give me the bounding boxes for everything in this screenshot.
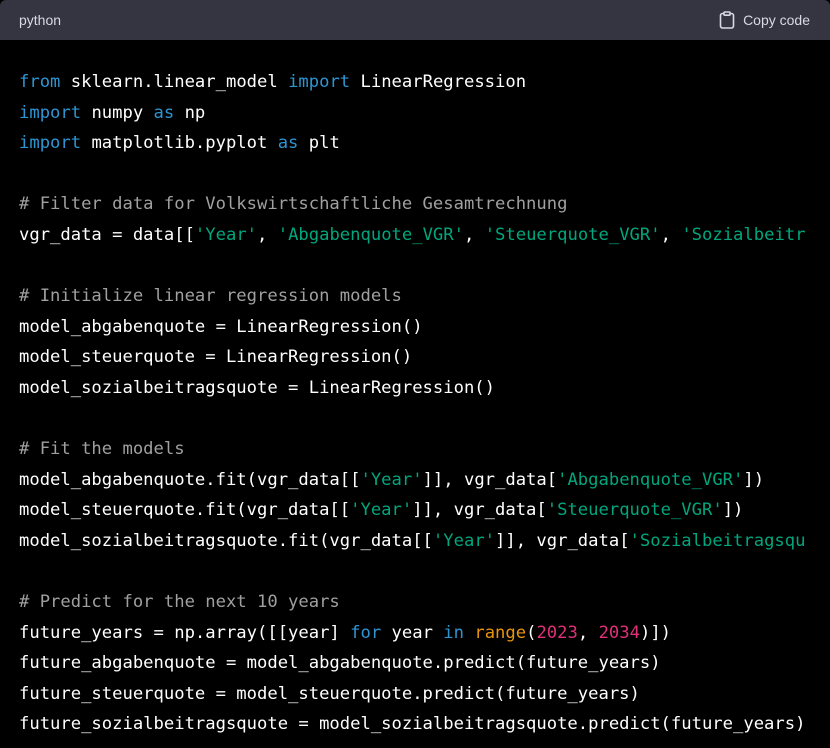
code-text: ]) [722,500,744,521]
copy-code-label: Copy code [743,12,810,28]
code-text: ]) [743,469,765,490]
code-keyword: as [153,102,175,123]
code-line: vgr_data = data[['Year', 'Abgabenquote_V… [19,220,830,251]
code-line: import numpy as np [19,98,830,129]
code-string: 'Abgabenquote_VGR' [277,224,464,245]
code-text: model_abgabenquote.fit(vgr_data[[ [19,469,361,490]
code-string: 'Sozialbeitr [681,224,806,245]
code-text: model_steuerquote = LinearRegression() [19,347,413,368]
code-keyword: for [350,622,382,643]
code-text: future_steuerquote = model_steuerquote.p… [19,683,640,704]
code-string: 'Steuerquote_VGR' [546,500,723,521]
code-string: 'Year' [432,530,496,551]
code-line: from sklearn.linear_model import LinearR… [19,67,830,98]
code-line: future_steuerquote = model_steuerquote.p… [19,679,830,710]
code-text: , [257,224,278,245]
code-line: model_steuerquote = LinearRegression() [19,342,830,373]
code-line: model_sozialbeitragsquote.fit(vgr_data[[… [19,526,830,557]
code-line: # Fit the models [19,434,830,465]
code-string: 'Sozialbeitragsqu [629,530,806,551]
code-builtin: range [474,622,527,643]
code-comment: # Fit the models [19,439,185,460]
code-comment: # Filter data for Volkswirtschaftliche G… [19,194,568,215]
code-line: # Predict for the next 10 years [19,587,830,618]
code-string: 'Abgabenquote_VGR' [557,469,744,490]
code-language-label: python [19,12,62,28]
code-keyword: import [19,133,82,154]
code-text: model_steuerquote.fit(vgr_data[[ [19,500,351,521]
code-line: model_steuerquote.fit(vgr_data[['Year']]… [19,495,830,526]
code-text: model_sozialbeitragsquote = LinearRegres… [19,377,495,398]
code-string: 'Year' [194,224,258,245]
code-line: future_abgabenquote = model_abgabenquote… [19,648,830,679]
code-text: LinearRegression [350,72,527,92]
code-comment: # Predict for the next 10 years [19,592,340,613]
code-line: import matplotlib.pyplot as plt [19,128,830,159]
code-text: np [174,102,206,123]
code-keyword: from [19,72,61,92]
code-text: ]], vgr_data[ [495,530,630,551]
copy-code-button[interactable]: Copy code [719,11,810,29]
code-text: , [463,224,485,245]
code-text: ]], vgr_data[ [422,469,558,490]
code-string: 'Year' [360,469,423,490]
code-keyword: import [19,102,82,123]
code-text: numpy [81,102,154,123]
code-block-header: python Copy code [0,0,830,40]
code-text: ]], vgr_data[ [412,500,547,521]
code-keyword: import [288,72,351,92]
code-number: 2023 [536,622,578,643]
code-text: )]) [639,622,672,643]
code-string: 'Steuerquote_VGR' [484,224,661,245]
code-line: model_sozialbeitragsquote = LinearRegres… [19,373,830,404]
code-text: year [381,622,444,643]
code-comment: # Initialize linear regression models [19,286,402,307]
code-keyword: in [443,622,464,643]
code-text: vgr_data = data[[ [19,224,195,245]
code-text: model_abgabenquote = LinearRegression() [19,316,423,337]
code-text: model_sozialbeitragsquote.fit(vgr_data[[ [19,530,433,551]
code-number: 2034 [598,622,640,643]
code-line: model_abgabenquote = LinearRegression() [19,312,830,343]
code-text: future_abgabenquote = model_abgabenquote… [19,653,661,674]
code-block: python Copy code from sklearn.linear_mod… [0,0,830,748]
code-line: future_sozialbeitragsquote = model_sozia… [19,709,830,740]
code-text: , [660,224,682,245]
code-string: 'Year' [350,500,413,521]
code-line: model_abgabenquote.fit(vgr_data[['Year']… [19,465,830,496]
code-text: plt [298,133,340,154]
code-line: # Filter data for Volkswirtschaftliche G… [19,189,830,220]
code-line: # Initialize linear regression models [19,281,830,312]
code-text: future_years = np.array([[year] [19,622,351,643]
code-text: future_sozialbeitragsquote = model_sozia… [19,714,806,735]
code-text: matplotlib.pyplot [81,133,278,154]
code-keyword: as [277,133,299,154]
code-text: ( [526,622,537,643]
clipboard-icon [719,11,735,29]
code-text: sklearn.linear_model [60,72,289,92]
code-line: future_years = np.array([[year] for year… [19,618,830,649]
code-text: , [577,622,599,643]
code-content[interactable]: from sklearn.linear_model import LinearR… [0,40,830,748]
